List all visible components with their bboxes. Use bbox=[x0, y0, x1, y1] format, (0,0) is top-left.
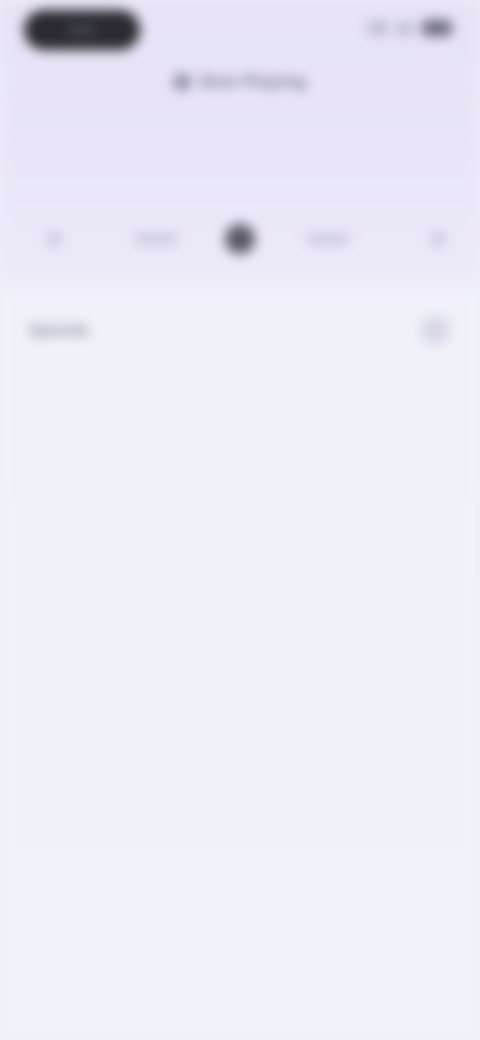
play-icon bbox=[225, 224, 255, 254]
play-button[interactable] bbox=[216, 214, 264, 264]
forward-icon bbox=[306, 233, 350, 245]
previous-button[interactable] bbox=[36, 214, 72, 264]
content: Episode bbox=[30, 300, 450, 400]
wifi-icon bbox=[396, 22, 414, 34]
rewind-button[interactable] bbox=[124, 214, 188, 264]
section-tag: Episode bbox=[30, 321, 89, 339]
status-time: 9:41 bbox=[69, 22, 95, 37]
content-header-row: Episode bbox=[30, 300, 450, 360]
media-controls bbox=[0, 214, 480, 264]
signal-icon bbox=[368, 22, 388, 34]
header-title: Now Playing bbox=[199, 72, 307, 91]
more-icon[interactable] bbox=[420, 315, 450, 345]
status-time-pill: 9:41 bbox=[24, 10, 140, 50]
rewind-icon bbox=[134, 233, 178, 245]
next-icon bbox=[431, 232, 445, 246]
lock-icon bbox=[173, 74, 190, 90]
status-icons bbox=[368, 20, 452, 36]
app-screen: 9:41 Now Playing Episode bbox=[0, 0, 480, 1040]
battery-icon bbox=[422, 20, 452, 36]
header[interactable]: Now Playing bbox=[0, 72, 480, 92]
previous-icon bbox=[47, 232, 61, 246]
next-button[interactable] bbox=[420, 214, 456, 264]
forward-button[interactable] bbox=[296, 214, 360, 264]
